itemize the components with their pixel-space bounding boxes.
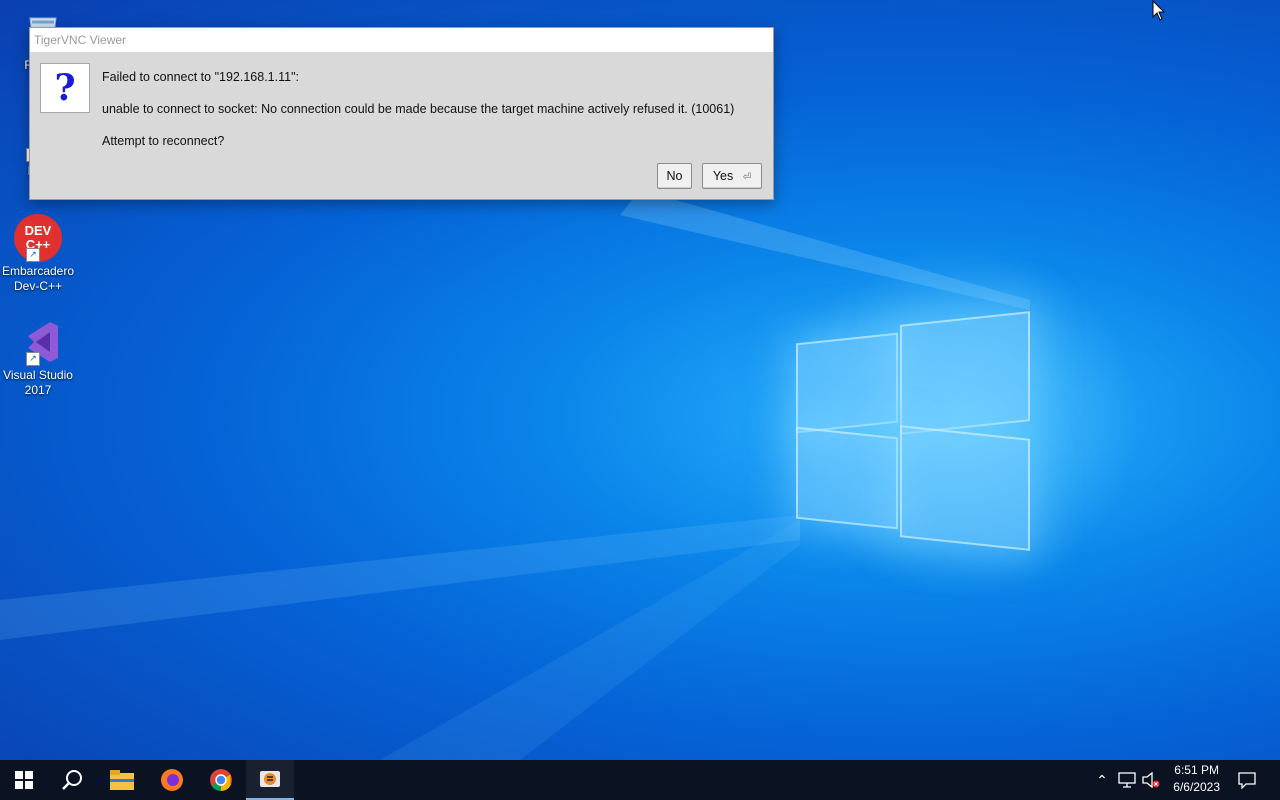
taskbar-firefox[interactable] [148,760,196,800]
taskbar-chrome[interactable] [197,760,245,800]
taskbar: ⌃ 6:51 PM 6/6/2023 [0,760,1280,800]
dialog-titlebar[interactable]: TigerVNC Viewer [30,28,773,52]
volume-muted-icon [1142,772,1160,788]
taskbar-tigervnc[interactable] [246,760,294,800]
shortcut-arrow-icon: ↗ [26,248,40,262]
shortcut-arrow-icon: ↗ [26,352,40,366]
desktop-icon-visual-studio[interactable]: ↗ Visual Studio 2017 [0,318,76,398]
action-center-button[interactable] [1224,760,1270,800]
mouse-cursor-icon [1152,0,1166,21]
search-button[interactable] [48,760,96,800]
chrome-icon [210,769,232,791]
chevron-up-icon: ⌃ [1096,771,1108,788]
yes-button[interactable]: Yes ⏎ [702,163,762,189]
error-detail-line: unable to connect to socket: No connecti… [102,102,735,116]
volume-button[interactable] [1140,760,1162,800]
visual-studio-icon: ↗ [14,318,62,366]
no-button[interactable]: No [657,163,692,189]
start-button[interactable] [0,760,48,800]
enter-key-icon: ⏎ [742,172,752,183]
reconnect-prompt: Attempt to reconnect? [102,134,225,148]
firefox-icon [161,769,183,791]
desktop-icon-label: Visual Studio 2017 [3,368,73,397]
file-explorer-icon [110,770,134,790]
desktop-icon-label: Embarcadero Dev-C++ [1,264,75,293]
clock-time: 6:51 PM [1174,763,1219,777]
tigervnc-reconnect-dialog: TigerVNC Viewer ? Failed to connect to "… [29,27,774,200]
start-icon [15,771,33,789]
clock-date: 6/6/2023 [1173,780,1220,794]
yes-button-label: Yes [712,169,734,183]
question-icon: ? [40,63,90,113]
search-icon [62,770,82,790]
error-message-line: Failed to connect to "192.168.1.11": [102,70,299,84]
show-hidden-icons-button[interactable]: ⌃ [1092,760,1112,800]
dev-cpp-icon: DEV C++ ↗ [14,214,62,262]
network-icon [1118,772,1136,788]
notification-icon [1238,772,1256,789]
desktop-icon-dev-cpp[interactable]: DEV C++ ↗ Embarcadero Dev-C++ [0,214,76,294]
tigervnc-icon [260,771,280,787]
taskbar-file-explorer[interactable] [98,760,146,800]
network-status-button[interactable] [1116,760,1138,800]
taskbar-clock[interactable]: 6:51 PM 6/6/2023 [1173,762,1220,796]
